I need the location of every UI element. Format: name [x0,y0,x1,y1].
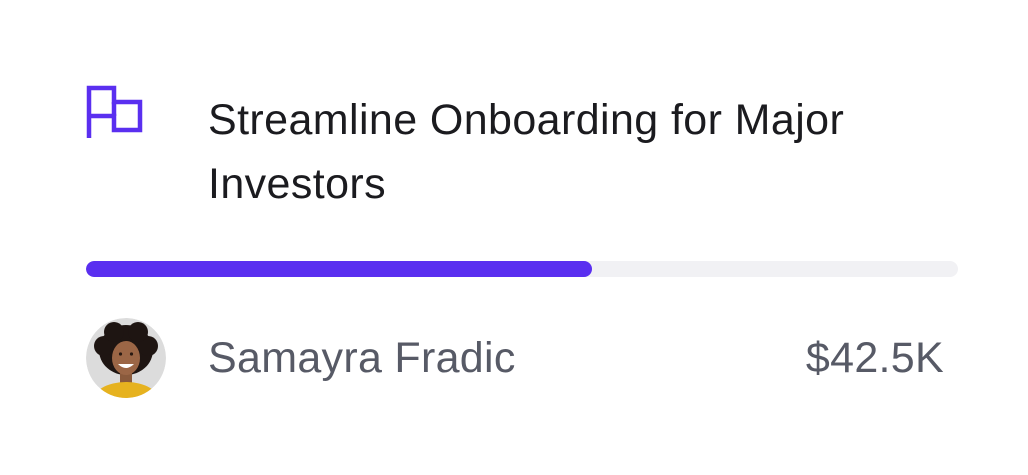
card-title: Streamline Onboarding for Major Investor… [208,96,845,208]
amount-value: $42.5K [805,334,944,382]
progress-bar-fill [86,261,592,277]
goal-card[interactable]: Streamline Onboarding for Major Investor… [0,0,1028,475]
owner-name: Samayra Fradic [208,334,516,382]
avatar[interactable] [86,318,166,398]
progress-bar [86,261,958,277]
flag-icon [86,85,143,138]
